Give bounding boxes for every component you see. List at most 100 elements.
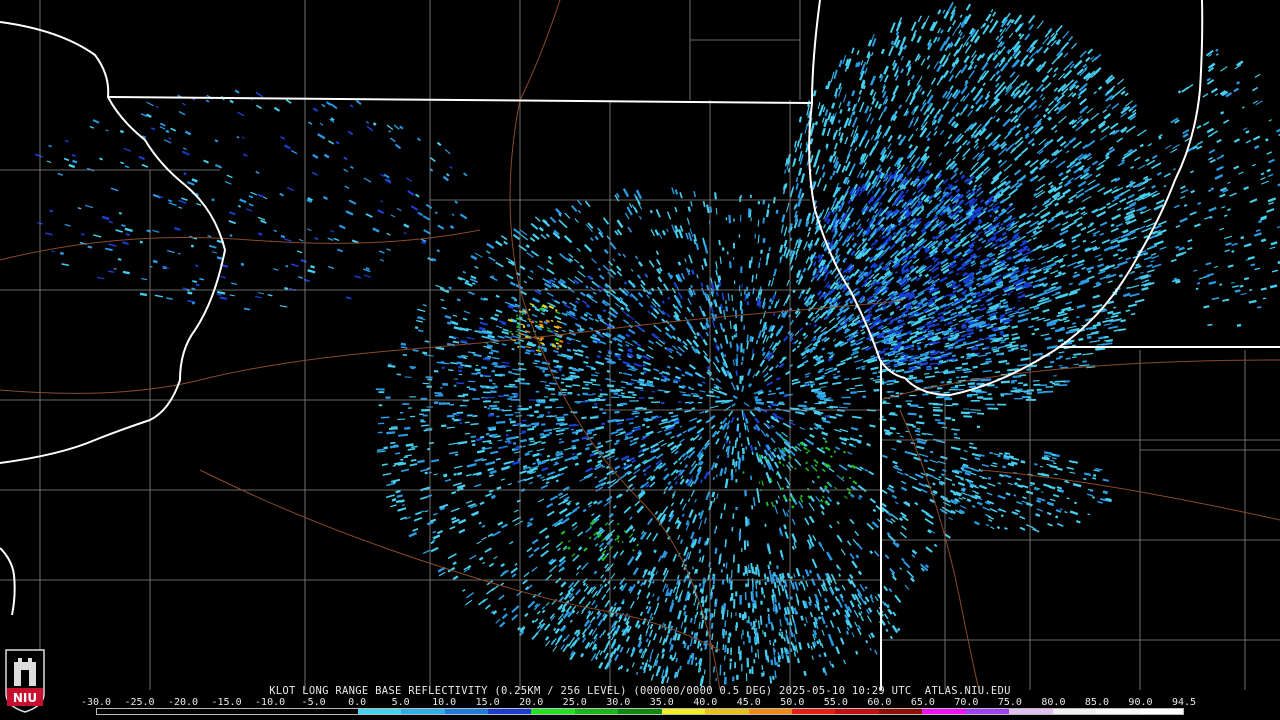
echo-speck (651, 580, 655, 584)
echo-speck (522, 445, 526, 448)
echo-speck (955, 345, 962, 350)
echo-speck (397, 462, 407, 466)
echo-speck (494, 373, 503, 377)
echo-speck (1058, 355, 1063, 359)
echo-speck (747, 382, 753, 388)
echo-speck (1073, 352, 1082, 356)
echo-speck (724, 478, 729, 489)
echo-speck (495, 294, 500, 299)
echo-speck (969, 442, 974, 445)
echo-speck (1118, 274, 1124, 278)
echo-speck (687, 206, 691, 212)
echo-speck (762, 238, 766, 244)
echo-speck (850, 391, 857, 395)
echo-speck (417, 459, 425, 464)
echo-speck (571, 452, 576, 456)
echo-speck (488, 427, 497, 431)
echo-speck (376, 448, 385, 452)
echo-speck (814, 343, 819, 347)
echo-speck (569, 371, 576, 375)
echo-speck (821, 374, 825, 378)
echo-speck (781, 585, 785, 592)
echo-speck (768, 305, 772, 310)
echo-speck (894, 355, 898, 358)
echo-speck (934, 366, 939, 370)
echo-speck (722, 328, 726, 333)
echo-speck (518, 316, 523, 320)
echo-speck (888, 413, 898, 416)
echo-speck (1002, 333, 1009, 338)
echo-speck (728, 440, 731, 444)
echo-speck (858, 434, 863, 438)
echo-speck (643, 472, 647, 477)
map-background (0, 0, 1280, 720)
echo-speck (794, 407, 800, 411)
echo-speck (395, 452, 401, 455)
echo-speck (886, 531, 891, 536)
echo-speck (764, 523, 767, 527)
echo-speck (482, 446, 486, 450)
echo-speck (601, 422, 606, 426)
echo-speck (590, 367, 596, 371)
echo-speck (607, 384, 615, 388)
echo-speck (750, 475, 753, 481)
echo-speck (891, 369, 896, 372)
echo-speck (836, 370, 841, 374)
echo-speck (539, 453, 543, 456)
echo-speck (631, 412, 640, 415)
echo-speck (907, 412, 917, 416)
echo-speck (487, 426, 497, 430)
echo-speck (509, 420, 516, 424)
echo-speck (700, 619, 705, 629)
echo-speck (696, 331, 700, 337)
echo-speck (606, 369, 610, 373)
echo-speck (390, 445, 396, 448)
echo-speck (768, 389, 772, 393)
echo-speck (759, 615, 763, 625)
echo-speck (634, 415, 639, 418)
echo-speck (472, 443, 476, 447)
echo-speck (778, 402, 785, 406)
echo-speck (1049, 360, 1055, 364)
echo-speck (767, 203, 770, 209)
echo-speck (667, 420, 672, 424)
echo-speck (790, 648, 793, 653)
echo-speck (816, 640, 820, 645)
echo-speck (645, 382, 654, 386)
echo-speck (395, 489, 401, 494)
echo-speck (765, 209, 770, 218)
echo-speck (711, 491, 716, 498)
echo-speck (606, 632, 611, 637)
echo-speck (481, 366, 488, 370)
echo-speck (751, 336, 754, 342)
echo-speck (396, 494, 404, 499)
echo-speck (714, 192, 717, 200)
echo-speck (464, 432, 471, 435)
echo-speck (953, 432, 958, 436)
echo-speck (1034, 327, 1040, 331)
echo-speck (698, 512, 701, 516)
echo-speck (424, 340, 430, 343)
echo-speck (430, 541, 435, 545)
echo-speck (704, 410, 709, 414)
echo-speck (917, 347, 922, 351)
echo-speck (400, 346, 408, 349)
echo-speck (798, 116, 803, 123)
echo-speck (1117, 248, 1122, 252)
echo-speck (687, 386, 692, 389)
echo-speck (1005, 362, 1010, 365)
echo-speck (691, 407, 696, 410)
echo-speck (620, 306, 625, 311)
echo-speck (712, 476, 716, 481)
echo-speck (388, 427, 398, 431)
echo-speck (944, 417, 951, 420)
echo-speck (412, 349, 419, 352)
echo-speck (755, 580, 758, 590)
echo-speck (857, 440, 862, 444)
echo-speck (693, 335, 698, 340)
echo-speck (805, 382, 809, 386)
echo-speck (951, 61, 956, 67)
echo-speck (985, 351, 992, 355)
echo-speck (821, 416, 827, 421)
echo-speck (575, 432, 579, 435)
